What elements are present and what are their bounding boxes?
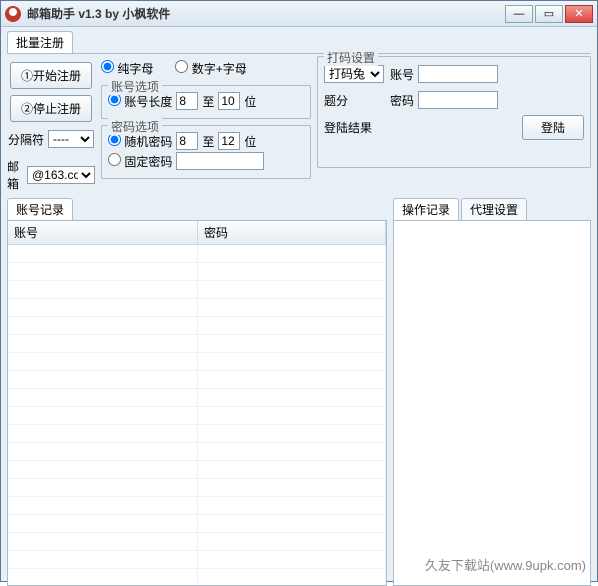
radio-random-password[interactable]: 随机密码	[108, 133, 172, 150]
lower-area: 账号记录 账号 密码 操作记录 代理设置	[7, 198, 591, 586]
table-row[interactable]	[8, 443, 386, 461]
table-row[interactable]	[8, 281, 386, 299]
table-row[interactable]	[8, 569, 386, 586]
dama-tifen-label: 题分	[324, 92, 384, 109]
account-max-input[interactable]	[218, 92, 240, 110]
mailbox-select[interactable]: @163.com	[27, 166, 95, 184]
table-row[interactable]	[8, 245, 386, 263]
separator-select[interactable]: ----	[48, 130, 94, 148]
maximize-button[interactable]: ▭	[535, 5, 563, 23]
unit-label-2: 位	[244, 133, 256, 150]
account-legend: 账号选项	[108, 78, 162, 95]
right-panels: 操作记录 代理设置	[393, 198, 591, 586]
password-min-input[interactable]	[176, 132, 198, 150]
app-window: 邮箱助手 v1.3 by 小枫软件 — ▭ ✕ 批量注册 ①开始注册 ②停止注册…	[0, 0, 598, 582]
dama-password-input[interactable]	[418, 91, 498, 109]
middle-column: 纯字母 数字+字母 账号选项 账号长度 至 位 密码选项	[101, 56, 311, 194]
table-row[interactable]	[8, 353, 386, 371]
account-records-section: 账号记录 账号 密码	[7, 198, 387, 586]
op-log-panel[interactable]	[393, 220, 591, 586]
radio-fixed-password[interactable]: 固定密码	[108, 153, 172, 170]
table-row[interactable]	[8, 551, 386, 569]
table-row[interactable]	[8, 371, 386, 389]
tab-bulk-register[interactable]: 批量注册	[7, 31, 73, 53]
password-legend: 密码选项	[108, 118, 162, 135]
minimize-button[interactable]: —	[505, 5, 533, 23]
dama-account-input[interactable]	[418, 65, 498, 83]
tab-proxy-settings[interactable]: 代理设置	[461, 198, 527, 220]
col-password: 密码	[198, 221, 386, 245]
stop-register-button[interactable]: ②停止注册	[10, 95, 92, 122]
mailbox-label: 邮箱	[7, 158, 23, 192]
login-button[interactable]: 登陆	[522, 115, 584, 140]
content-area: 批量注册 ①开始注册 ②停止注册 分隔符 ---- 邮箱 @163.com	[1, 27, 597, 581]
window-controls: — ▭ ✕	[505, 5, 593, 23]
separator-label: 分隔符	[8, 131, 44, 148]
fixed-password-input[interactable]	[176, 152, 264, 170]
unit-label: 位	[244, 93, 256, 110]
login-result-label: 登陆结果	[324, 119, 384, 136]
radio-digits-letters[interactable]: 数字+字母	[175, 60, 246, 77]
account-records-table[interactable]: 账号 密码	[7, 220, 387, 586]
table-row[interactable]	[8, 389, 386, 407]
dama-password-label: 密码	[390, 92, 414, 109]
table-row[interactable]	[8, 533, 386, 551]
table-row[interactable]	[8, 263, 386, 281]
app-icon	[5, 6, 21, 22]
table-row[interactable]	[8, 461, 386, 479]
tab-op-log[interactable]: 操作记录	[393, 198, 459, 220]
dama-account-label: 账号	[390, 66, 414, 83]
password-max-input[interactable]	[218, 132, 240, 150]
account-min-input[interactable]	[176, 92, 198, 110]
start-register-button[interactable]: ①开始注册	[10, 62, 92, 89]
dama-legend: 打码设置	[324, 49, 378, 66]
top-controls: ①开始注册 ②停止注册 分隔符 ---- 邮箱 @163.com	[7, 56, 591, 194]
main-tabs: 批量注册	[7, 31, 591, 54]
table-row[interactable]	[8, 407, 386, 425]
table-row[interactable]	[8, 425, 386, 443]
to-label-2: 至	[202, 133, 214, 150]
password-options-group: 密码选项 随机密码 至 位 固定密码	[101, 125, 311, 179]
table-row[interactable]	[8, 317, 386, 335]
close-button[interactable]: ✕	[565, 5, 593, 23]
radio-account-length[interactable]: 账号长度	[108, 93, 172, 110]
right-column: 打码设置 打码兔 账号 题分 密码	[317, 56, 591, 194]
left-column: ①开始注册 ②停止注册 分隔符 ---- 邮箱 @163.com	[7, 56, 95, 194]
window-title: 邮箱助手 v1.3 by 小枫软件	[27, 5, 505, 22]
table-row[interactable]	[8, 515, 386, 533]
to-label: 至	[202, 93, 214, 110]
col-account: 账号	[8, 221, 198, 245]
table-row[interactable]	[8, 335, 386, 353]
table-row[interactable]	[8, 497, 386, 515]
dama-service-select[interactable]: 打码兔	[324, 65, 384, 83]
radio-letters-only[interactable]: 纯字母	[101, 60, 153, 77]
tab-account-records[interactable]: 账号记录	[7, 198, 73, 220]
account-options-group: 账号选项 账号长度 至 位	[101, 85, 311, 119]
titlebar: 邮箱助手 v1.3 by 小枫软件 — ▭ ✕	[1, 1, 597, 27]
table-row[interactable]	[8, 479, 386, 497]
table-row[interactable]	[8, 299, 386, 317]
dama-settings-group: 打码设置 打码兔 账号 题分 密码	[317, 56, 591, 168]
